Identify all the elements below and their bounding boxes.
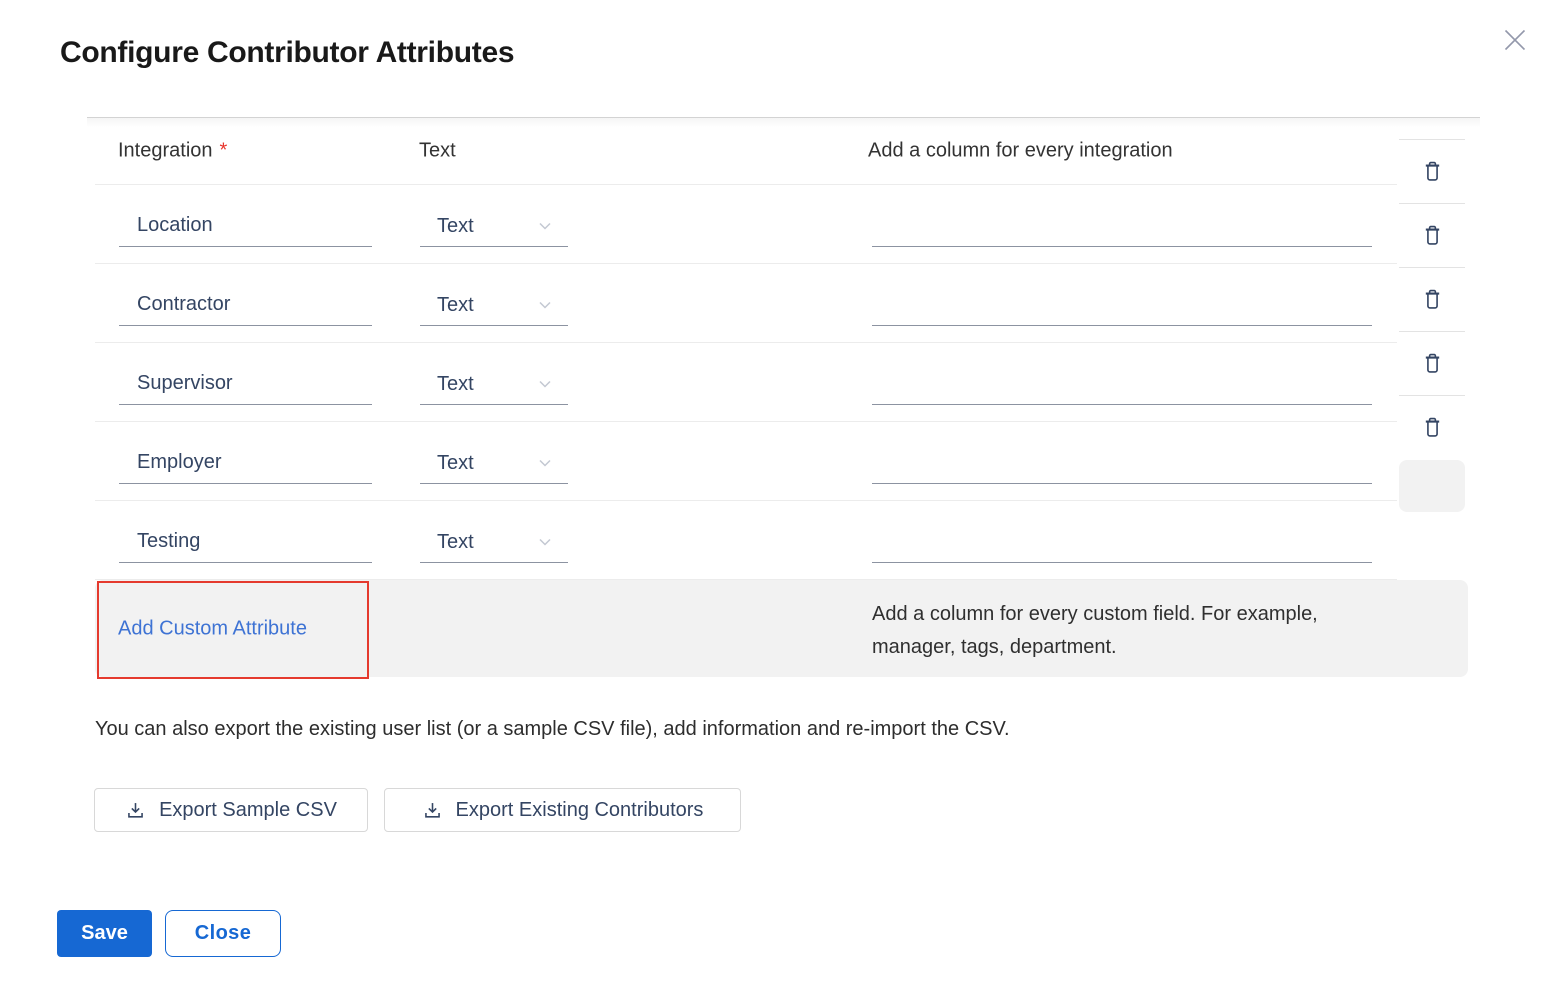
- chevron-down-icon: [536, 454, 554, 472]
- required-asterisk: *: [220, 140, 228, 162]
- attribute-name-input[interactable]: [119, 529, 372, 563]
- trash-icon: [1422, 160, 1443, 183]
- attribute-name-input[interactable]: [119, 371, 372, 405]
- trash-icon: [1422, 224, 1443, 247]
- table-row: Text: [95, 501, 1397, 580]
- attribute-type-select[interactable]: Text: [420, 450, 568, 484]
- delete-attribute-button[interactable]: [1399, 203, 1465, 267]
- attribute-name-input[interactable]: [119, 450, 372, 484]
- attribute-column-input[interactable]: [872, 213, 1372, 247]
- chevron-down-icon: [536, 296, 554, 314]
- page-title: Configure Contributor Attributes: [60, 36, 514, 70]
- delete-attribute-button[interactable]: [1399, 267, 1465, 331]
- attribute-type-value: Text: [437, 531, 474, 553]
- attribute-type-value: Text: [437, 294, 474, 316]
- attribute-type-select[interactable]: Text: [420, 371, 568, 405]
- export-sample-csv-button[interactable]: Export Sample CSV: [94, 788, 368, 832]
- attribute-name-label: Integration *: [118, 140, 227, 163]
- integration-row-description: Add a column for every integration: [868, 140, 1173, 163]
- attribute-column-input[interactable]: [872, 371, 1372, 405]
- attribute-name-input[interactable]: [119, 292, 372, 326]
- attribute-column-input[interactable]: [872, 529, 1372, 563]
- attribute-name-input[interactable]: [119, 213, 372, 247]
- chevron-down-icon: [536, 217, 554, 235]
- add-custom-attribute-link[interactable]: Add Custom Attribute: [118, 617, 307, 640]
- delete-attribute-button[interactable]: [1399, 331, 1465, 395]
- table-row-integration: Integration * Text Add a column for every…: [95, 118, 1397, 185]
- custom-row-description-line2: manager, tags, department.: [872, 631, 1318, 664]
- attribute-type-select[interactable]: Text: [420, 529, 568, 563]
- delete-attribute-button[interactable]: [1399, 395, 1465, 459]
- attribute-type-select[interactable]: Text: [420, 213, 568, 247]
- close-button[interactable]: Close: [165, 910, 281, 957]
- table-row: Text: [95, 343, 1397, 422]
- attributes-table: Integration * Text Add a column for every…: [95, 118, 1397, 677]
- export-note: You can also export the existing user li…: [95, 718, 1010, 741]
- table-row: Text: [95, 185, 1397, 264]
- attribute-type-value: Text: [437, 452, 474, 474]
- integration-label: Integration: [118, 140, 213, 162]
- empty-cell: [1399, 460, 1465, 512]
- custom-row-description-line1: Add a column for every custom field. For…: [872, 598, 1318, 631]
- chevron-down-icon: [536, 533, 554, 551]
- attribute-type-label: Text: [419, 140, 456, 163]
- trash-icon: [1422, 352, 1443, 375]
- attribute-column-input[interactable]: [872, 450, 1372, 484]
- chevron-down-icon: [536, 375, 554, 393]
- download-icon: [125, 800, 146, 821]
- configure-contributor-attributes-modal: Configure Contributor Attributes Integra…: [0, 0, 1556, 996]
- attribute-type-select[interactable]: Text: [420, 292, 568, 326]
- delete-attribute-button[interactable]: [1399, 139, 1465, 203]
- attribute-column-input[interactable]: [872, 292, 1372, 326]
- x-icon: [1502, 27, 1528, 53]
- attribute-type-value: Text: [437, 215, 474, 237]
- close-icon[interactable]: [1498, 23, 1532, 57]
- add-custom-attribute-row: Add Custom Attribute Add a column for ev…: [95, 580, 1468, 677]
- trash-icon: [1422, 416, 1443, 439]
- download-icon: [422, 800, 443, 821]
- save-button[interactable]: Save: [57, 910, 152, 957]
- table-row: Text: [95, 422, 1397, 501]
- table-row: Text: [95, 264, 1397, 343]
- trash-icon: [1422, 288, 1443, 311]
- export-sample-csv-label: Export Sample CSV: [159, 799, 337, 822]
- export-existing-contributors-button[interactable]: Export Existing Contributors: [384, 788, 741, 832]
- custom-row-description: Add a column for every custom field. For…: [872, 598, 1318, 664]
- export-existing-contributors-label: Export Existing Contributors: [456, 799, 704, 822]
- attribute-type-value: Text: [437, 373, 474, 395]
- delete-buttons-column: [1399, 139, 1465, 512]
